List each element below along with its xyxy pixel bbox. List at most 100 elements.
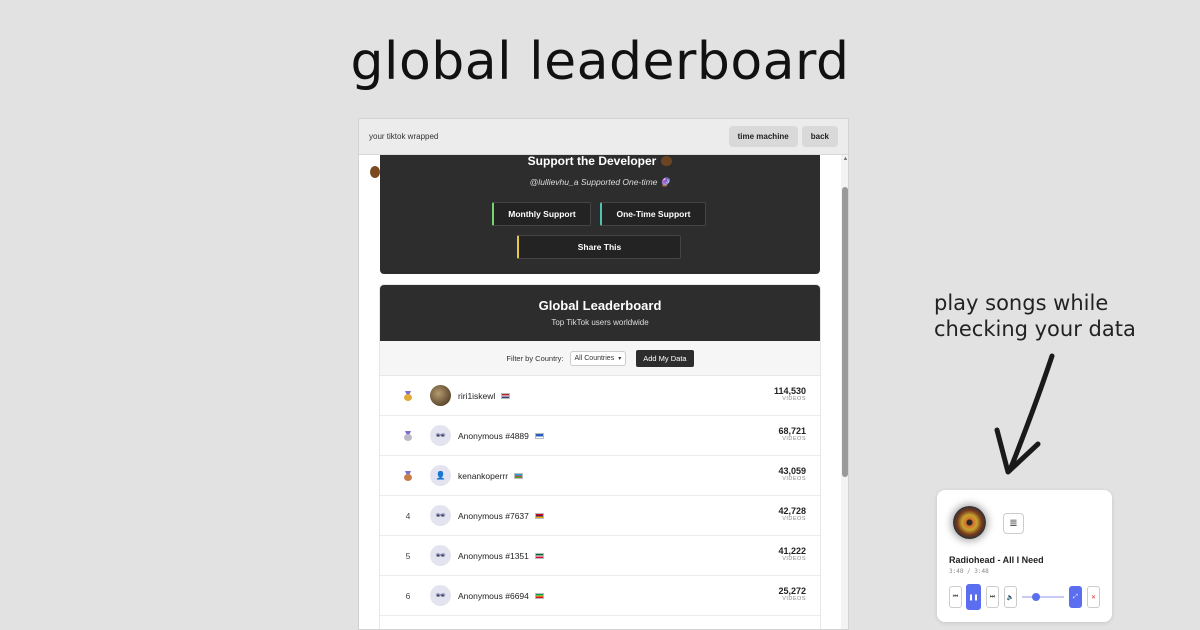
video-count: 42,728 VIDEOS [778,506,806,522]
video-count-number: 41,222 [778,546,806,556]
leaderboard-header: Global Leaderboard Top TikTok users worl… [380,285,820,341]
support-title-text: Support the Developer [527,155,657,168]
close-button[interactable]: ✕ [1087,586,1100,608]
medal-icon [404,391,412,401]
support-panel: Support the Developer @lullievhu_a Suppo… [380,155,820,274]
leaderboard-row[interactable]: 4 🕶 Anonymous #7637 42,728 VIDEOS [380,496,820,536]
pause-button[interactable]: ❚❚ [966,584,981,610]
side-note-line1: play songs while [934,291,1109,315]
username: kenankoperrr [458,456,524,496]
playlist-icon: ≣ [1009,518,1018,529]
rank-number: 6 [405,591,411,601]
video-count-number: 43,059 [778,466,806,476]
track-time: 3:48 / 3:48 [949,568,989,575]
playlist-button[interactable]: ≣ [1003,513,1024,534]
one-time-support-button[interactable]: One-Time Support [600,202,706,226]
video-count-label: VIDEOS [782,596,806,602]
scrollbar[interactable]: ▲ [841,155,848,629]
hero-title: global leaderboard [350,32,850,92]
scroll-up-arrow-icon[interactable]: ▲ [842,156,848,163]
video-count-label: VIDEOS [782,556,806,562]
rank-number: 4 [405,511,411,521]
flag-icon [534,433,544,439]
username-text: Anonymous #6694 [458,591,529,601]
username-text: Anonymous #7637 [458,511,529,521]
scroll-thumb[interactable] [842,187,848,477]
leaderboard-row[interactable]: 👤 kenankoperrr 43,059 VIDEOS [380,456,820,496]
volume-button[interactable]: 🔈 [1004,586,1017,608]
app-name: your tiktok wrapped [369,132,439,141]
medal-icon [404,471,412,481]
video-count-number: 25,272 [778,586,806,596]
add-my-data-button[interactable]: Add My Data [636,349,694,367]
leaderboard-row[interactable]: 5 🕶 Anonymous #1351 41,222 VIDEOS [380,536,820,576]
music-player: ≣ Radiohead - All I Need 3:48 / 3:48 ⏮ ❚… [937,490,1112,622]
scroll-area[interactable]: Support the Developer @lullievhu_a Suppo… [359,155,848,629]
app-header: your tiktok wrapped time machine back [359,119,848,155]
medal-gold-icon [398,376,418,416]
flag-icon [534,553,544,559]
video-count: 43,059 VIDEOS [778,466,806,482]
video-count: 25,272 VIDEOS [778,586,806,602]
volume-slider[interactable] [1022,596,1064,598]
app-window: your tiktok wrapped time machine back Su… [358,118,849,630]
back-button[interactable]: back [801,126,838,147]
leaderboard-subtitle: Top TikTok users worldwide [551,318,649,327]
country-filter-value: All Countries [574,354,615,362]
username: Anonymous #1351 [458,536,544,576]
medal-silver-icon [398,416,418,456]
side-note: play songs while checking your data [934,290,1136,342]
volume-icon: 🔈 [1006,594,1015,601]
leaderboard-row[interactable]: 🕶 Anonymous #4889 68,721 VIDEOS [380,416,820,456]
username-text: Anonymous #1351 [458,551,529,561]
username: Anonymous #7637 [458,496,544,536]
avatar [430,385,451,406]
video-count-number: 42,728 [778,506,806,516]
track-title: Radiohead - All I Need [949,555,1044,565]
rank-number: 5 [405,551,411,561]
flag-icon [534,593,544,599]
support-note: @lullievhu_a Supported One-time 🔮 [529,177,671,187]
monthly-support-button[interactable]: Monthly Support [492,202,591,226]
filter-bar: Filter by Country: All Countries ▾ Add My… [380,341,820,376]
video-count: 41,222 VIDEOS [778,546,806,562]
flag-icon [501,393,511,399]
video-count-label: VIDEOS [782,436,806,442]
previous-icon: ⏮ [952,593,959,600]
username-text: Anonymous #4889 [458,431,529,441]
close-icon: ✕ [1090,594,1097,601]
medal-icon [404,431,412,441]
video-count-number: 68,721 [778,426,806,436]
username: riri1iskewl [458,376,511,416]
leaderboard-card: Global Leaderboard Top TikTok users worl… [380,285,820,629]
previous-button[interactable]: ⏮ [949,586,962,608]
medal-bronze-icon [398,456,418,496]
share-button[interactable]: Share This [517,235,681,259]
leaderboard-list: riri1iskewl 114,530 VIDEOS 🕶 Anonymous #4889… [380,376,820,616]
username-text: riri1iskewl [458,391,496,401]
sunglasses-icon: 🕶 [430,585,451,606]
username: Anonymous #4889 [458,416,544,456]
sunglasses-icon: 🕶 [430,505,451,526]
username: Anonymous #6694 [458,576,544,616]
username-text: kenankoperrr [458,471,509,481]
coffee-icon [661,156,673,166]
next-button[interactable]: ⏭ [986,586,999,608]
arrow-icon [994,353,1055,475]
video-count-label: VIDEOS [782,476,806,482]
volume-knob[interactable] [1032,593,1040,601]
leaderboard-row[interactable]: riri1iskewl 114,530 VIDEOS [380,376,820,416]
time-machine-button[interactable]: time machine [728,126,798,147]
expand-icon: ⤢ [1073,593,1078,600]
leaderboard-title: Global Leaderboard [538,298,662,313]
coffee-bean-decoration [370,166,380,178]
flag-icon [514,473,524,479]
video-count: 114,530 VIDEOS [774,386,806,402]
country-filter-select[interactable]: All Countries ▾ [569,350,627,366]
expand-button[interactable]: ⤢ [1069,586,1082,608]
leaderboard-row[interactable]: 6 🕶 Anonymous #6694 25,272 VIDEOS [380,576,820,616]
sunglasses-icon: 🕶 [430,545,451,566]
album-art[interactable] [953,506,986,539]
video-count: 68,721 VIDEOS [778,426,806,442]
next-icon: ⏭ [989,593,996,600]
